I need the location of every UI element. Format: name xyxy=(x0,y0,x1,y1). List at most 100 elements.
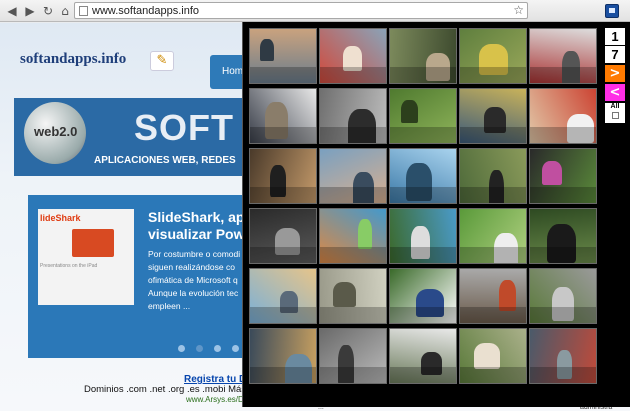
video-thumbnail[interactable] xyxy=(319,268,387,324)
thumbnail-ground xyxy=(530,247,596,263)
thumbnail-ground xyxy=(320,247,386,263)
thumbnail-ground xyxy=(460,67,526,83)
video-thumbnail[interactable] xyxy=(389,28,457,84)
video-thumbnail[interactable] xyxy=(459,328,527,384)
thumbnail-ground xyxy=(530,67,596,83)
thumbnail-figure xyxy=(542,161,562,185)
thumbnail-ground xyxy=(390,187,456,203)
video-thumbnail[interactable] xyxy=(319,28,387,84)
slider-dot-active[interactable] xyxy=(196,345,203,352)
browser-toolbar: ◀ ▶ ↻ ⌂ www.softandapps.info ☆ xyxy=(0,0,630,22)
video-thumbnail[interactable] xyxy=(529,208,597,264)
thumbnail-ground xyxy=(530,307,596,323)
video-thumbnail[interactable] xyxy=(249,28,317,84)
slide-excerpt: Por costumbre o comodi siguen realizándo… xyxy=(148,249,241,311)
thumbnail-ground xyxy=(320,67,386,83)
thumbnail-ground xyxy=(530,187,596,203)
video-thumbnail[interactable] xyxy=(249,328,317,384)
thumbnail-grid xyxy=(249,28,599,390)
forward-arrow-icon[interactable]: ▶ xyxy=(22,3,38,19)
video-thumbnail[interactable] xyxy=(249,268,317,324)
thumbnail-ground xyxy=(250,127,316,143)
back-arrow-icon[interactable]: ◀ xyxy=(4,3,20,19)
thumbnail-ground xyxy=(390,307,456,323)
arsys-link[interactable]: www.Arsys.es/D xyxy=(186,395,244,404)
video-thumbnail[interactable] xyxy=(389,148,457,204)
video-thumbnail[interactable] xyxy=(529,28,597,84)
video-thumbnail[interactable] xyxy=(459,148,527,204)
thumbnail-ground xyxy=(320,127,386,143)
thumbnail-ground xyxy=(320,367,386,383)
all-checkbox-control[interactable]: All xyxy=(605,103,625,123)
thumbnail-ground xyxy=(320,187,386,203)
video-thumbnail[interactable] xyxy=(529,88,597,144)
video-thumbnail[interactable] xyxy=(529,328,597,384)
video-thumbnail[interactable] xyxy=(389,208,457,264)
thumbnail-ground xyxy=(250,247,316,263)
thumbnail-ground xyxy=(530,127,596,143)
thumbnail-ground xyxy=(250,367,316,383)
thumbnail-ground xyxy=(460,187,526,203)
slide-image[interactable]: lideShark Presentations on the iPad xyxy=(38,209,134,305)
bookmark-star-icon[interactable]: ☆ xyxy=(513,3,524,17)
video-thumbnail[interactable] xyxy=(459,268,527,324)
video-thumbnail[interactable] xyxy=(319,88,387,144)
page-number-bottom: 7 xyxy=(605,46,625,63)
reload-icon[interactable]: ↻ xyxy=(40,3,56,19)
address-bar[interactable]: www.softandapps.info ☆ xyxy=(74,2,528,19)
thumbnail-figure xyxy=(333,282,356,307)
thumbnail-figure xyxy=(260,39,274,61)
video-thumbnail[interactable] xyxy=(459,88,527,144)
all-label: All xyxy=(610,103,620,110)
prev-page-button[interactable]: < xyxy=(605,84,625,101)
thumbnail-ground xyxy=(250,307,316,323)
thumbnail-ground xyxy=(250,67,316,83)
thumbnail-ground xyxy=(390,67,456,83)
thumbnail-ground xyxy=(460,307,526,323)
video-thumbnail[interactable] xyxy=(529,268,597,324)
thumbnail-ground xyxy=(320,307,386,323)
thumbnail-figure xyxy=(358,219,372,249)
video-thumbnail[interactable] xyxy=(319,328,387,384)
video-thumbnail[interactable] xyxy=(389,328,457,384)
video-thumbnail[interactable] xyxy=(319,208,387,264)
video-thumbnail[interactable] xyxy=(459,208,527,264)
site-banner: web2.0 SOFT APLICACIONES WEB, REDES xyxy=(14,98,246,176)
video-thumbnail[interactable] xyxy=(319,148,387,204)
video-thumbnail[interactable] xyxy=(249,148,317,204)
thumbnail-ground xyxy=(460,247,526,263)
video-thumbnail[interactable] xyxy=(459,28,527,84)
video-thumbnail[interactable] xyxy=(529,148,597,204)
extension-icon[interactable] xyxy=(605,4,619,18)
video-thumbnail[interactable] xyxy=(389,88,457,144)
thumbnail-ground xyxy=(250,187,316,203)
pencil-icon: ✎ xyxy=(150,51,174,71)
video-thumbnail[interactable] xyxy=(249,208,317,264)
next-page-button[interactable]: > xyxy=(605,65,625,82)
page-number-top: 1 xyxy=(605,28,625,45)
thumbnail-figure xyxy=(401,100,418,123)
site-logo[interactable]: softandapps.info xyxy=(20,51,126,68)
featured-slider[interactable]: lideShark Presentations on the iPad Slid… xyxy=(28,195,252,358)
banner-title: SOFT xyxy=(134,107,234,148)
slider-dot[interactable] xyxy=(232,345,239,352)
thumbnail-ground xyxy=(530,367,596,383)
slide-red-box xyxy=(72,229,114,257)
slider-dot[interactable] xyxy=(178,345,185,352)
browser-window: ◀ ▶ ↻ ⌂ www.softandapps.info ☆ softandap… xyxy=(0,0,630,411)
domains-ad-text: Dominios .com .net .org .es .mobi Más c xyxy=(84,384,254,395)
slide-image-caption: Presentations on the iPad xyxy=(40,263,98,269)
video-thumbnails-popup: 1 7 > < All xyxy=(242,22,630,407)
video-thumbnail[interactable] xyxy=(249,88,317,144)
banner-subtitle: APLICACIONES WEB, REDES xyxy=(94,155,236,166)
thumbnail-ground xyxy=(460,367,526,383)
video-thumbnail[interactable] xyxy=(389,268,457,324)
home-icon[interactable]: ⌂ xyxy=(57,3,73,19)
thumbnail-ground xyxy=(390,127,456,143)
url-text[interactable]: www.softandapps.info xyxy=(92,4,199,18)
thumbnail-figure xyxy=(474,343,500,369)
slider-dot[interactable] xyxy=(214,345,221,352)
thumbnail-ground xyxy=(460,127,526,143)
all-checkbox[interactable] xyxy=(611,112,619,119)
slide-brand: lideShark xyxy=(40,213,81,223)
